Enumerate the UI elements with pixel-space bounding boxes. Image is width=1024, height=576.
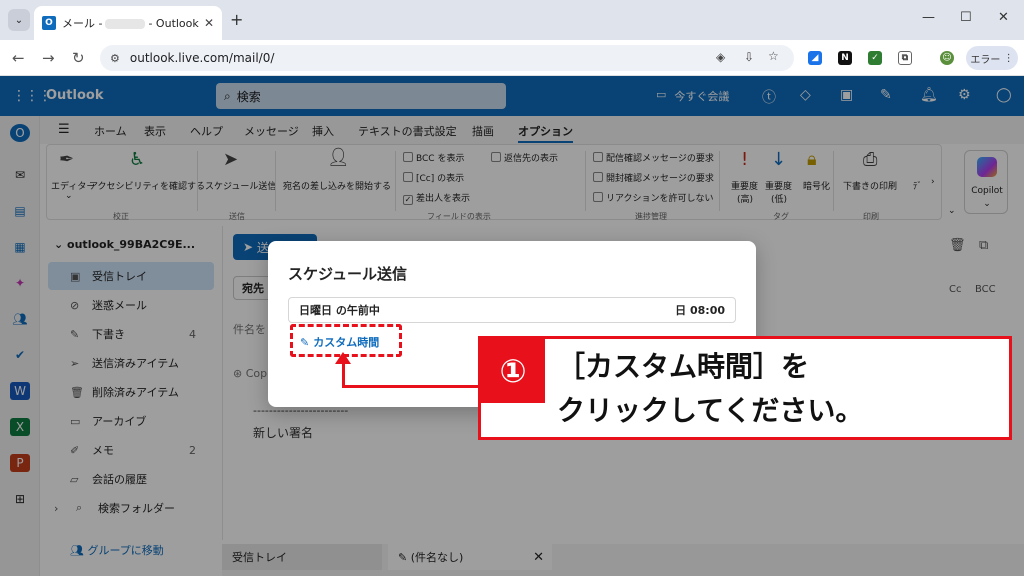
profile-button[interactable]: エラー ⋮ bbox=[966, 46, 1018, 70]
step-number: ① bbox=[481, 339, 545, 403]
lens-icon[interactable]: ◈ bbox=[716, 50, 725, 64]
tab-search-button[interactable]: ⌄ bbox=[8, 9, 30, 31]
minimize-icon[interactable]: — bbox=[922, 10, 935, 25]
dialog-title: スケジュール送信 bbox=[288, 265, 407, 283]
forward-icon[interactable]: → bbox=[42, 49, 55, 67]
reload-icon[interactable]: ↻ bbox=[72, 49, 85, 67]
outlook-favicon-icon: O bbox=[42, 16, 56, 30]
callout-line-2: クリックしてください。 bbox=[557, 394, 864, 427]
address-bar: ← → ↻ ⚙ outlook.live.com/mail/0/ ◈ ⇩ ☆ ◢… bbox=[0, 40, 1024, 76]
annotation-arrow bbox=[342, 385, 480, 388]
extensions-puzzle-icon[interactable]: ⧉ bbox=[898, 51, 912, 65]
browser-tab[interactable]: O メール -- Outlook ✕ bbox=[34, 6, 222, 40]
extension-green-icon[interactable]: ✓ bbox=[868, 51, 882, 65]
annotation-callout: ① ［カスタム時間］を クリックしてください。 bbox=[478, 336, 1012, 440]
new-tab-icon[interactable]: + bbox=[230, 10, 243, 29]
install-app-icon[interactable]: ⇩ bbox=[744, 50, 754, 64]
notion-extension-icon[interactable]: N bbox=[838, 51, 852, 65]
close-tab-icon[interactable]: ✕ bbox=[204, 16, 214, 30]
url-text: outlook.live.com/mail/0/ bbox=[129, 51, 275, 65]
maximize-icon[interactable]: ☐ bbox=[960, 10, 972, 25]
site-info-icon[interactable]: ⚙ bbox=[110, 52, 120, 65]
extension-blue-icon[interactable]: ◢ bbox=[808, 51, 822, 65]
url-input[interactable]: ⚙ outlook.live.com/mail/0/ bbox=[100, 45, 794, 71]
avatar[interactable]: ☺ bbox=[940, 51, 954, 65]
annotation-arrow bbox=[342, 358, 345, 386]
callout-line-1: ［カスタム時間］を bbox=[557, 350, 810, 383]
browser-tab-bar: ⌄ O メール -- Outlook ✕ + — ☐ ✕ bbox=[0, 0, 1024, 40]
bookmark-star-icon[interactable]: ☆ bbox=[768, 49, 779, 63]
close-window-icon[interactable]: ✕ bbox=[998, 10, 1009, 25]
tab-title: メール -- Outlook bbox=[62, 17, 199, 30]
schedule-option-sunday-morning[interactable]: 日曜日 の午前中 日 08:00 bbox=[288, 297, 736, 323]
back-icon[interactable]: ← bbox=[12, 49, 25, 67]
